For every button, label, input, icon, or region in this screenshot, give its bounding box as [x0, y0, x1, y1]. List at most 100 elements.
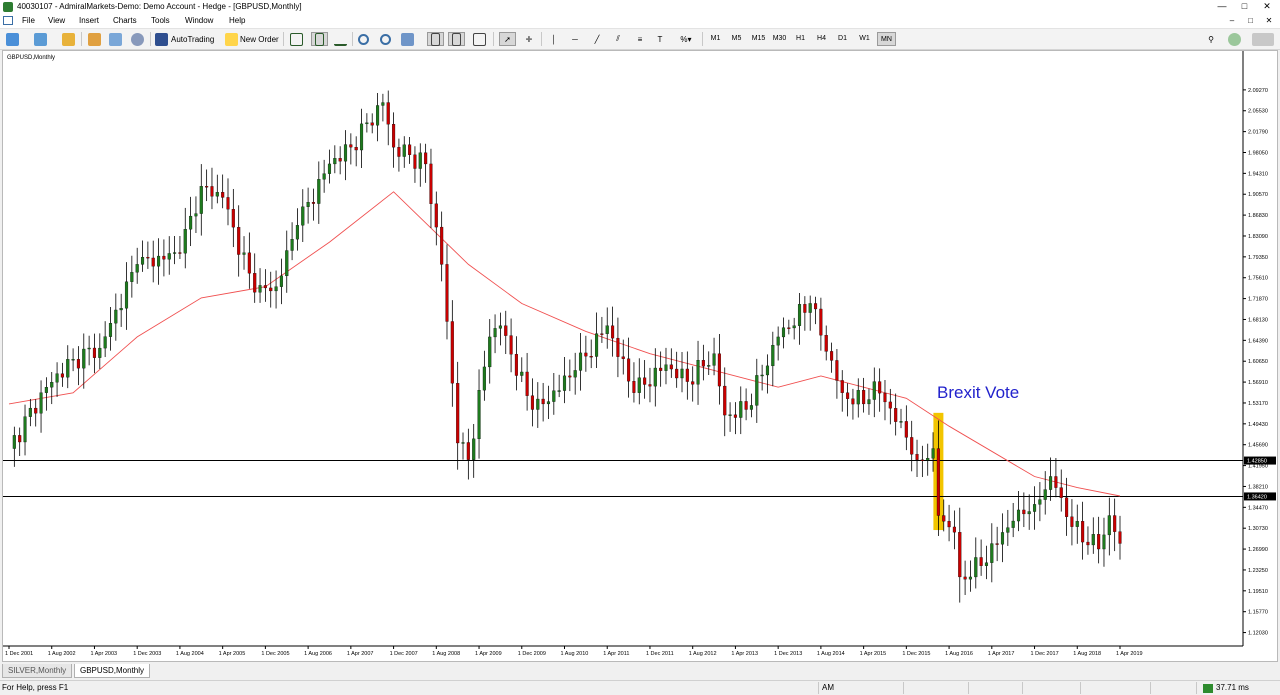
menu-window[interactable]: Window — [185, 16, 213, 25]
strategy-tester-button[interactable] — [131, 32, 144, 46]
app-icon — [3, 2, 13, 12]
candle-body — [146, 256, 150, 259]
menu-insert[interactable]: Insert — [79, 16, 99, 25]
candle-body — [648, 384, 652, 387]
channel-button[interactable]: ⫽ — [611, 32, 625, 46]
chart-window-icon[interactable] — [3, 16, 13, 25]
candle-body — [600, 333, 604, 335]
horizontal-line-button[interactable]: ─ — [568, 32, 582, 46]
zoom-out-button[interactable] — [380, 32, 391, 46]
mdi-minimize-button[interactable]: – — [1227, 16, 1237, 25]
new-chart-button[interactable] — [6, 32, 19, 46]
mdi-restore-button[interactable]: □ — [1245, 16, 1255, 25]
tf-m1[interactable]: M1 — [707, 32, 724, 46]
chat-button[interactable] — [1228, 32, 1241, 46]
terminal-button[interactable] — [109, 32, 122, 46]
zoom-in-button[interactable] — [358, 32, 369, 46]
tab-silver-monthly[interactable]: SILVER,Monthly — [2, 664, 73, 678]
cursor-button[interactable]: ➚ — [499, 32, 516, 46]
mdi-close-button[interactable]: ✕ — [1264, 16, 1274, 25]
menu-tools[interactable]: Tools — [151, 16, 170, 25]
chart-window[interactable]: 1.42850 1.36420 2.09270 2.05530 2.01790 1.98… — [2, 50, 1278, 662]
candle-body — [888, 401, 892, 409]
candle-body — [1043, 489, 1047, 500]
candlestick-button[interactable] — [311, 32, 328, 46]
candle-body — [669, 364, 673, 370]
candle-body — [819, 308, 823, 336]
tab-gbpusd-monthly[interactable]: GBPUSD,Monthly — [74, 664, 151, 678]
candle-body — [904, 421, 908, 438]
tf-d1[interactable]: D1 — [834, 32, 851, 46]
new-order-button[interactable]: New Order — [225, 32, 279, 46]
y-tick-label: 1.38210 — [1248, 484, 1268, 490]
candle-body — [135, 264, 139, 273]
status-profile: AM — [822, 683, 834, 692]
y-tick-label: 2.01790 — [1248, 130, 1268, 136]
status-help-text: For Help, press F1 — [2, 683, 69, 692]
tf-h4[interactable]: H4 — [813, 32, 830, 46]
x-tick-label: 1 Aug 2018 — [1073, 651, 1101, 657]
x-tick-label: 1 Dec 2007 — [390, 651, 418, 657]
candle-body — [39, 392, 43, 414]
moving-average-line — [8, 191, 1121, 497]
price-chart[interactable]: 1.428501.36420 2.092702.055302.017901.98… — [3, 51, 1277, 661]
candle-body — [1097, 534, 1101, 550]
candle-body — [883, 392, 887, 403]
x-tick-label: 1 Dec 2017 — [1031, 651, 1059, 657]
toolbar: AutoTrading New Order ➚ ✛ │ ─ ╱ ⫽ ≡ T %▾… — [0, 29, 1280, 50]
minimize-button[interactable]: — — [1215, 1, 1229, 11]
bar-chart-button[interactable] — [290, 32, 303, 46]
maximize-button[interactable]: □ — [1237, 1, 1251, 11]
tf-w1[interactable]: W1 — [856, 32, 873, 46]
market-watch-button[interactable] — [62, 32, 75, 46]
cursor-icon: ➚ — [504, 34, 511, 44]
search-button[interactable]: ⚲ — [1205, 32, 1217, 46]
tf-m30[interactable]: M30 — [770, 32, 789, 46]
candle-body — [130, 272, 134, 282]
trendline-button[interactable]: ╱ — [590, 32, 604, 46]
auto-scroll-button[interactable] — [427, 32, 444, 46]
profiles-button[interactable] — [34, 32, 47, 46]
navigator-button[interactable] — [88, 32, 101, 46]
candle-body — [397, 147, 401, 157]
menu-view[interactable]: View — [48, 16, 65, 25]
close-button[interactable]: ✕ — [1260, 1, 1274, 12]
navigator-icon — [88, 32, 101, 46]
candle-body — [557, 390, 561, 392]
autotrading-label: AutoTrading — [171, 34, 215, 44]
candle-body — [685, 368, 689, 382]
candle-body — [862, 390, 866, 405]
market-button[interactable] — [1252, 32, 1274, 46]
candle-body — [781, 327, 786, 338]
indicators-button[interactable] — [473, 32, 486, 46]
tf-m5[interactable]: M5 — [728, 32, 745, 46]
tile-windows-button[interactable] — [401, 32, 414, 46]
candle-body — [221, 192, 225, 198]
menu-charts[interactable]: Charts — [113, 16, 137, 25]
chart-shift-button[interactable] — [448, 32, 465, 46]
crosshair-button[interactable]: ✛ — [522, 32, 536, 46]
line-chart-button[interactable] — [334, 32, 347, 46]
candle-body — [846, 392, 850, 399]
candle-body — [1049, 476, 1053, 490]
candle-body — [643, 377, 647, 385]
candle-body — [263, 285, 267, 289]
text-button[interactable]: T — [654, 32, 666, 46]
candle-body — [701, 360, 705, 367]
chart-shift-icon — [452, 32, 461, 46]
fibonacci-button[interactable]: ≡ — [633, 32, 647, 46]
tf-h1[interactable]: H1 — [792, 32, 809, 46]
autotrading-button[interactable]: AutoTrading — [155, 32, 214, 46]
candle-body — [327, 163, 332, 174]
tf-mn[interactable]: MN — [877, 32, 896, 46]
candle-body — [242, 252, 246, 255]
y-tick-label: 1.45690 — [1248, 443, 1268, 449]
arrows-button[interactable]: %▾ — [675, 32, 697, 46]
x-tick-label: 1 Aug 2006 — [304, 651, 332, 657]
menu-help[interactable]: Help — [229, 16, 245, 25]
candle-body — [429, 163, 433, 204]
menu-file[interactable]: File — [22, 16, 35, 25]
tf-m15[interactable]: M15 — [749, 32, 768, 46]
candle-body — [461, 442, 465, 444]
vertical-line-button[interactable]: │ — [549, 32, 559, 46]
